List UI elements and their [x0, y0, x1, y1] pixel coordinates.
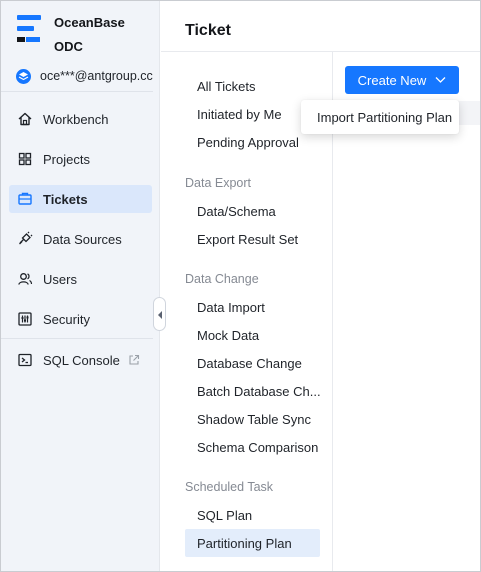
ticket-nav-sql-plan[interactable]: SQL Plan — [185, 501, 320, 529]
ticket-nav-initiated-by-me[interactable]: Initiated by Me — [185, 100, 320, 128]
terminal-icon — [17, 352, 33, 368]
dropdown-item-import-partitioning-plan[interactable]: Import Partitioning Plan — [301, 100, 459, 134]
sliders-icon — [17, 311, 33, 327]
page-title: Ticket — [185, 22, 231, 39]
ticket-nav-shadow-table-sync[interactable]: Shadow Table Sync — [185, 405, 320, 433]
ticket-nav-group-label: Scheduled Task — [185, 480, 274, 494]
ticket-nav-data-import[interactable]: Data Import — [185, 293, 320, 321]
sidebar-divider — [1, 338, 153, 339]
create-new-dropdown: Import Partitioning Plan — [301, 100, 459, 134]
organization-icon — [16, 69, 31, 84]
ticket-nav-pending-approval[interactable]: Pending Approval — [185, 128, 320, 156]
sidebar-item-label: Tickets — [43, 191, 88, 207]
sidebar-item-sql-console[interactable]: SQL Console — [9, 346, 152, 374]
ticket-icon — [17, 191, 33, 207]
account-switcher[interactable]: oce***@antgroup.cc — [16, 67, 156, 87]
ticket-nav-partitioning-plan[interactable]: Partitioning Plan — [185, 529, 320, 557]
sidebar-item-label: Security — [43, 311, 90, 327]
odc-logo-icon — [17, 15, 45, 45]
sidebar-item-label: SQL Console — [43, 352, 120, 368]
ticket-nav-database-change[interactable]: Database Change — [185, 349, 320, 377]
plug-icon — [17, 231, 33, 247]
brand-product: ODC — [54, 39, 83, 54]
brand[interactable]: OceanBase ODC — [17, 9, 157, 54]
sidebar-item-projects[interactable]: Projects — [9, 145, 152, 173]
ticket-nav-batch-database-change[interactable]: Batch Database Ch... — [185, 377, 320, 405]
grid-icon — [17, 151, 33, 167]
ticket-nav-export-result-set[interactable]: Export Result Set — [185, 225, 320, 253]
users-icon — [17, 271, 33, 287]
sidebar-item-users[interactable]: Users — [9, 265, 152, 293]
app-window: OceanBase ODC oce***@antgroup.cc Workben… — [0, 0, 481, 572]
sidebar: OceanBase ODC oce***@antgroup.cc Workben… — [1, 1, 166, 571]
chevron-down-icon — [435, 77, 446, 83]
sidebar-item-workbench[interactable]: Workbench — [9, 105, 152, 133]
sidebar-item-label: Users — [43, 271, 77, 287]
sidebar-divider — [1, 91, 153, 92]
brand-name: OceanBase — [54, 15, 125, 30]
ticket-nav-all-tickets[interactable]: All Tickets — [185, 72, 320, 100]
ticket-nav-group-label: Data Change — [185, 272, 259, 286]
sidebar-item-tickets[interactable]: Tickets — [9, 185, 152, 213]
ticket-nav-group-label: Data Export — [185, 176, 252, 190]
ticket-nav-data-schema[interactable]: Data/Schema — [185, 197, 320, 225]
sidebar-item-label: Projects — [43, 151, 90, 167]
sidebar-item-label: Data Sources — [43, 231, 122, 247]
ticket-nav-schema-comparison[interactable]: Schema Comparison — [185, 433, 320, 461]
home-icon — [17, 111, 33, 127]
sidebar-item-data-sources[interactable]: Data Sources — [9, 225, 152, 253]
sidebar-item-label: Workbench — [43, 111, 109, 127]
external-link-icon — [128, 354, 140, 366]
create-new-button[interactable]: Create New — [345, 66, 459, 94]
account-name: oce***@antgroup.cc — [40, 69, 153, 83]
sidebar-item-security[interactable]: Security — [9, 305, 152, 333]
ticket-nav-mock-data[interactable]: Mock Data — [185, 321, 320, 349]
